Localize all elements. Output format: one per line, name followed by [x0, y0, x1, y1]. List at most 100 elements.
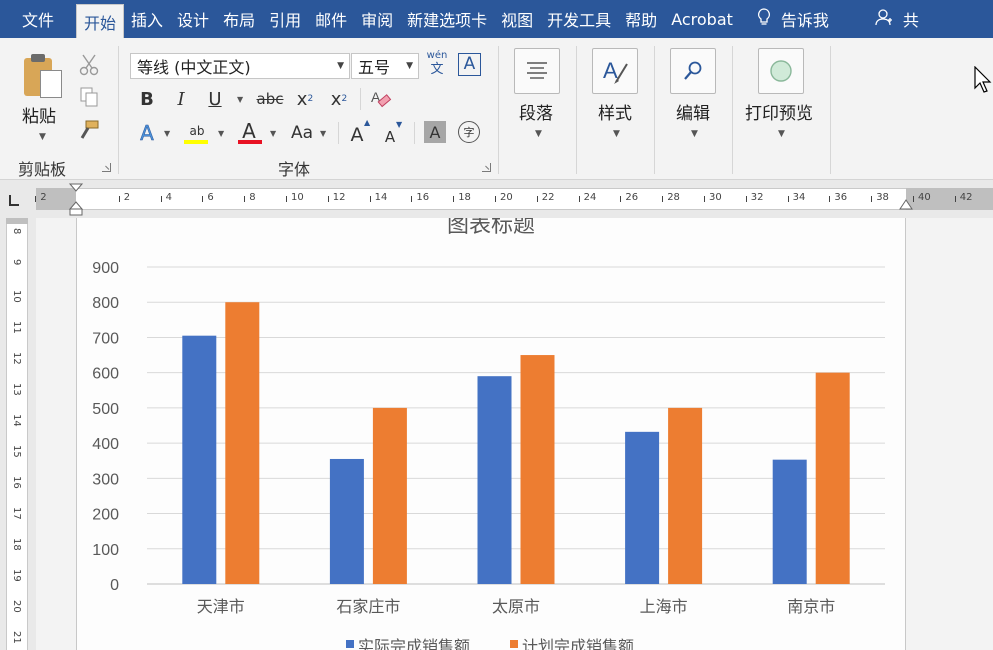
- format-painter-icon[interactable]: [76, 118, 102, 144]
- tab-references[interactable]: 引用: [262, 0, 308, 38]
- group-divider: [338, 122, 339, 144]
- bar-actual[interactable]: [477, 376, 512, 584]
- underline-button[interactable]: U: [204, 86, 226, 112]
- caret-up-icon: ▲: [364, 118, 371, 127]
- bar-plan[interactable]: [372, 407, 407, 584]
- change-case-dropdown-icon[interactable]: ▼: [320, 129, 326, 138]
- enclose-characters-button[interactable]: 字: [458, 121, 480, 143]
- print-preview-button[interactable]: 打印预览: [745, 99, 813, 124]
- font-color-dropdown-icon[interactable]: ▼: [270, 129, 276, 138]
- vruler-tick-label: 14: [11, 414, 22, 427]
- group-divider: [576, 46, 577, 174]
- text-effects-button[interactable]: A: [136, 120, 158, 146]
- chevron-down-icon[interactable]: ▼: [613, 129, 620, 139]
- bar-plan[interactable]: [520, 355, 555, 584]
- paragraph-icon[interactable]: [514, 48, 560, 94]
- person-icon: [875, 8, 893, 30]
- superscript-base: x: [330, 88, 342, 110]
- vruler-tick-label: 16: [11, 476, 22, 489]
- superscript-button[interactable]: x2: [326, 86, 352, 112]
- vruler-tick-label: 9: [11, 259, 22, 266]
- chevron-down-icon[interactable]: ▼: [535, 129, 542, 139]
- editing-button[interactable]: 编辑: [676, 99, 710, 124]
- vruler-tick-label: 10: [11, 290, 22, 303]
- tab-review[interactable]: 审阅: [354, 0, 400, 38]
- x-tick-label: 天津市: [197, 598, 245, 616]
- bar-actual[interactable]: [182, 335, 217, 584]
- paste-icon[interactable]: [22, 54, 66, 98]
- bar-actual[interactable]: [329, 458, 364, 584]
- subscript-mark: 2: [307, 94, 314, 104]
- tab-view[interactable]: 视图: [494, 0, 540, 38]
- legend-label[interactable]: 实际完成销售额: [358, 638, 470, 650]
- highlight-dropdown-icon[interactable]: ▼: [218, 129, 224, 138]
- copy-icon[interactable]: [76, 84, 102, 110]
- tab-layout[interactable]: 布局: [216, 0, 262, 38]
- share-button[interactable]: 共: [868, 0, 926, 38]
- character-shading-button[interactable]: A: [424, 121, 446, 143]
- clear-formatting-icon[interactable]: A: [368, 86, 394, 112]
- character-border-button[interactable]: A: [458, 53, 481, 76]
- phonetic-guide-button[interactable]: wén 文: [424, 50, 450, 80]
- strikethrough-button[interactable]: abc: [254, 86, 286, 112]
- font-name-combo[interactable]: 等线 (中文正文) ▼: [130, 53, 350, 79]
- share-label: 共: [902, 11, 919, 30]
- y-tick-label: 900: [92, 260, 119, 277]
- bar-plan[interactable]: [225, 302, 260, 584]
- ruler-tick-mark: [35, 196, 37, 202]
- vruler-tick-label: 18: [11, 538, 22, 551]
- tab-file[interactable]: 文件: [0, 0, 76, 38]
- y-tick-label: 700: [92, 330, 119, 347]
- paragraph-button[interactable]: 段落: [519, 99, 553, 124]
- search-icon[interactable]: [670, 48, 716, 94]
- vertical-ruler[interactable]: [0, 218, 36, 650]
- styles-button[interactable]: 样式: [598, 99, 632, 124]
- bar-plan[interactable]: [668, 407, 703, 584]
- chevron-down-icon[interactable]: ▼: [691, 129, 698, 139]
- styles-icon[interactable]: A: [592, 48, 638, 94]
- bar-actual[interactable]: [772, 459, 807, 584]
- tab-mailings[interactable]: 邮件: [308, 0, 354, 38]
- change-case-button[interactable]: Aa: [288, 120, 316, 146]
- group-divider: [498, 46, 499, 174]
- y-tick-label: 800: [92, 295, 119, 312]
- tab-acrobat[interactable]: Acrobat: [664, 0, 740, 38]
- italic-button[interactable]: I: [170, 86, 192, 112]
- vruler-tick-label: 13: [11, 383, 22, 396]
- tab-stop-selector-icon[interactable]: [4, 192, 26, 212]
- y-tick-label: 500: [92, 401, 119, 418]
- underline-dropdown-icon[interactable]: ▼: [237, 95, 243, 104]
- font-size-combo[interactable]: 五号 ▼: [351, 53, 419, 79]
- font-launcher-icon[interactable]: [482, 163, 491, 172]
- chevron-down-icon: ▼: [406, 61, 413, 71]
- y-tick-label: 300: [92, 471, 119, 488]
- bar-plan[interactable]: [815, 372, 850, 584]
- legend-label[interactable]: 计划完成销售额: [522, 638, 634, 650]
- cut-icon[interactable]: [76, 52, 102, 78]
- subscript-button[interactable]: x2: [292, 86, 318, 112]
- tab-new-tab[interactable]: 新建选项卡: [400, 0, 494, 38]
- text-effects-dropdown-icon[interactable]: ▼: [164, 129, 170, 138]
- mouse-cursor-icon: [974, 65, 992, 98]
- paste-dropdown-icon[interactable]: ▼: [39, 132, 46, 142]
- chevron-down-icon[interactable]: ▼: [778, 129, 785, 139]
- tab-help[interactable]: 帮助: [618, 0, 664, 38]
- column-chart[interactable]: 图表标题 0 100 200 300 400 500 600 700 800 900 天津市 石家庄市…: [76, 200, 906, 650]
- svg-text:A: A: [603, 58, 618, 83]
- tab-insert[interactable]: 插入: [124, 0, 170, 38]
- chart-title[interactable]: 图表标题: [447, 212, 535, 237]
- bold-button[interactable]: B: [136, 86, 158, 112]
- ribbon-tab-bar: 文件 开始 插入 设计 布局 引用 邮件 审阅 新建选项卡 视图 开发工具 帮助…: [0, 0, 993, 38]
- print-preview-icon[interactable]: [758, 48, 804, 94]
- bar-actual[interactable]: [625, 431, 660, 584]
- paste-button[interactable]: 粘贴: [22, 102, 56, 127]
- tab-home[interactable]: 开始: [76, 4, 125, 38]
- tab-developer[interactable]: 开发工具: [540, 0, 618, 38]
- subscript-base: x: [296, 88, 308, 110]
- group-divider: [414, 122, 415, 144]
- tab-design[interactable]: 设计: [170, 0, 216, 38]
- clipboard-launcher-icon[interactable]: [102, 163, 111, 172]
- font-group-label: 字体: [278, 160, 311, 179]
- tell-me-box[interactable]: 告诉我: [750, 0, 836, 38]
- font-size-value: 五号: [358, 58, 391, 77]
